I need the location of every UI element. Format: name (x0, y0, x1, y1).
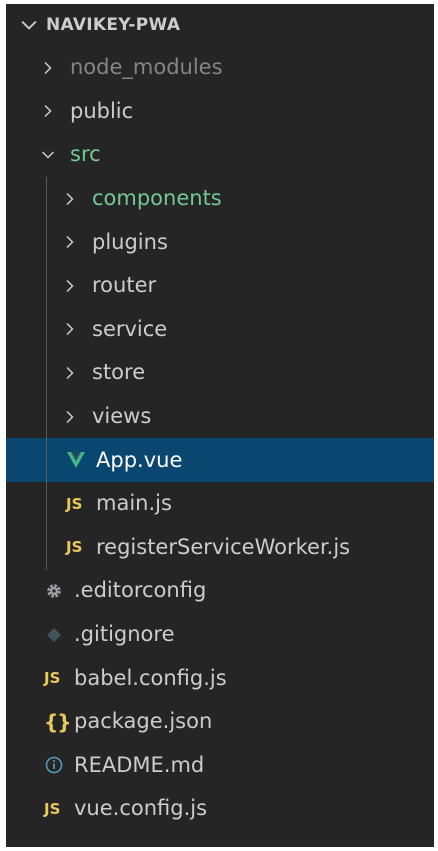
folder-item-router[interactable]: router (6, 264, 434, 308)
file-item-gitignore[interactable]: .gitignore (6, 613, 434, 657)
tree-item-label: components (92, 186, 222, 211)
file-item-babel-config-js[interactable]: JS babel.config.js (6, 656, 434, 700)
js-icon: JS (44, 799, 61, 818)
file-item-app-vue[interactable]: App.vue (6, 438, 434, 482)
tree-item-label: src (70, 142, 101, 167)
folder-item-node-modules[interactable]: node_modules (6, 46, 434, 90)
file-item-editorconfig[interactable]: .editorconfig (6, 569, 434, 613)
chevron-right-icon (40, 100, 56, 122)
chevron-right-icon (62, 188, 78, 210)
chevron-right-icon (62, 406, 78, 428)
tree-item-label: README.md (74, 752, 205, 777)
tree-item-label: .gitignore (74, 622, 175, 647)
folder-item-src[interactable]: src (6, 133, 434, 177)
json-icon: {} (44, 709, 72, 734)
folder-item-service[interactable]: service (6, 308, 434, 352)
tree-item-label: node_modules (70, 55, 223, 80)
chevron-right-icon (62, 362, 78, 384)
tree-item-label: registerServiceWorker.js (96, 534, 351, 559)
tree-item-label: service (92, 316, 168, 341)
tree-item-label: babel.config.js (74, 665, 227, 690)
folder-item-public[interactable]: public (6, 90, 434, 134)
tree-item-label: main.js (96, 491, 172, 516)
file-item-package-json[interactable]: {} package.json (6, 700, 434, 744)
tree-item-label: views (92, 404, 152, 429)
indent-guide (46, 177, 47, 570)
vue-icon (66, 450, 96, 470)
folder-item-components[interactable]: components (6, 177, 434, 221)
tree-item-label: package.json (74, 709, 213, 734)
file-item-vue-config-js[interactable]: JS vue.config.js (6, 787, 434, 831)
chevron-down-icon (40, 144, 56, 166)
chevron-down-icon (21, 20, 37, 30)
folder-item-store[interactable]: store (6, 351, 434, 395)
tree-item-label: vue.config.js (74, 796, 208, 821)
chevron-right-icon (62, 231, 78, 253)
folder-item-plugins[interactable]: plugins (6, 220, 434, 264)
file-explorer: NAVIKEY-PWA node_modulespublic src compone… (6, 4, 434, 847)
chevron-right-icon (40, 57, 56, 79)
explorer-root-title: NAVIKEY-PWA (46, 15, 181, 35)
explorer-root-header[interactable]: NAVIKEY-PWA (6, 4, 434, 46)
file-item-registerserviceworker-js[interactable]: JS registerServiceWorker.js (6, 526, 434, 570)
file-item-main-js[interactable]: JS main.js (6, 482, 434, 526)
js-icon: JS (44, 669, 61, 688)
js-icon: JS (66, 538, 83, 557)
tree-item-label: public (70, 98, 134, 123)
tree-item-label: plugins (92, 229, 168, 254)
file-tree: node_modulespublic src components plugins ro… (6, 46, 434, 831)
info-icon (44, 755, 74, 775)
tree-item-label: store (92, 360, 146, 385)
git-icon (44, 625, 74, 645)
tree-item-label: router (92, 273, 157, 298)
tree-item-label: App.vue (96, 447, 183, 472)
folder-item-views[interactable]: views (6, 395, 434, 439)
chevron-right-icon (62, 318, 78, 340)
gear-icon (44, 581, 74, 601)
chevron-right-icon (62, 275, 78, 297)
js-icon: JS (66, 494, 83, 513)
file-item-readme-md[interactable]: README.md (6, 744, 434, 788)
tree-item-label: .editorconfig (74, 578, 207, 603)
